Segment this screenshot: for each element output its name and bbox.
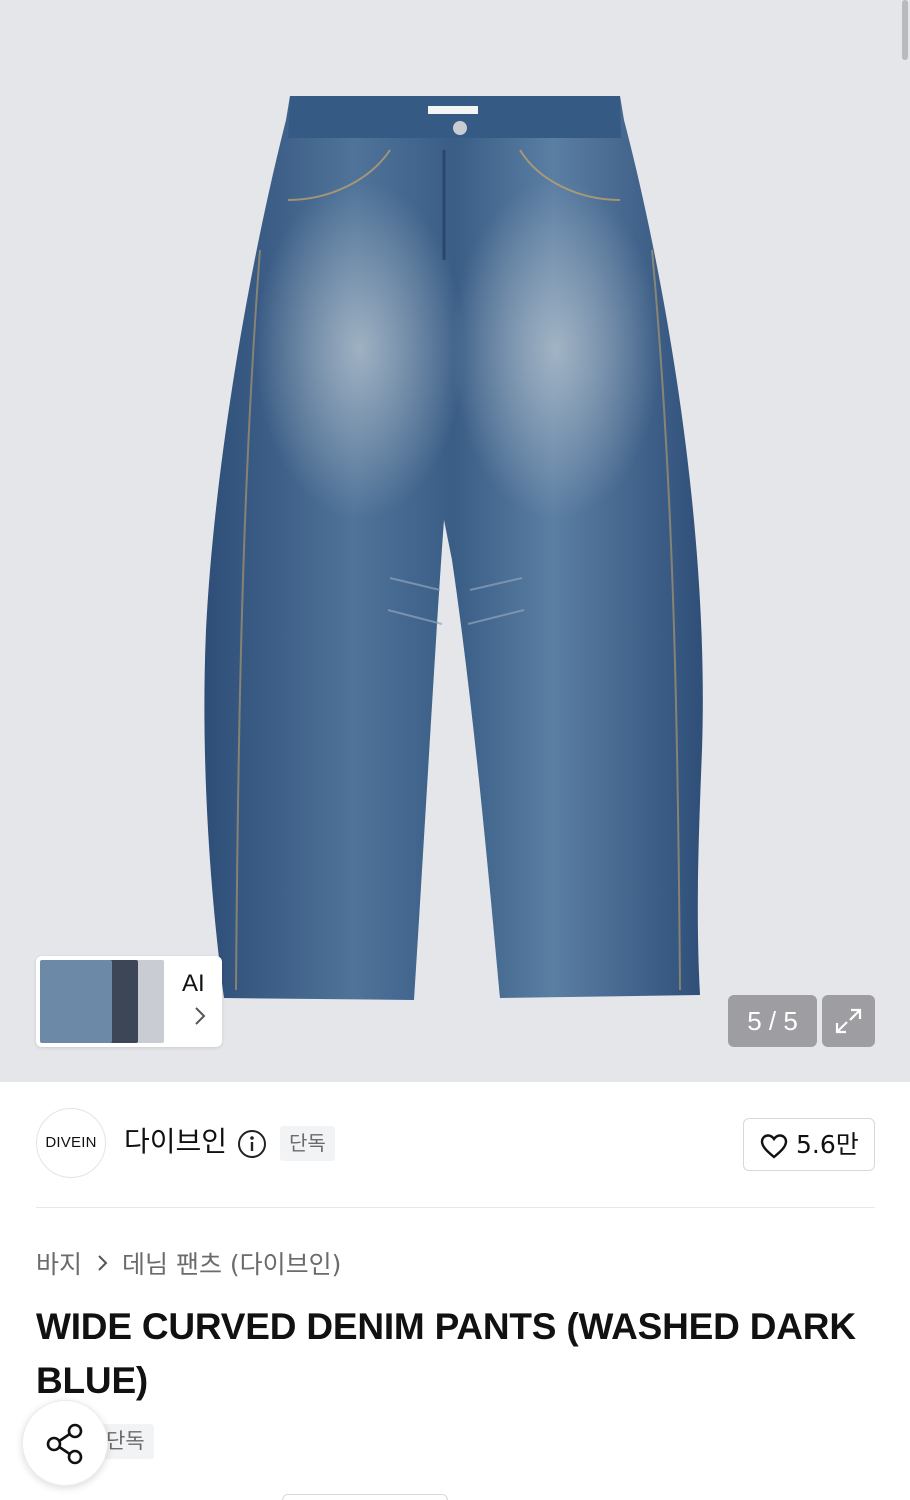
scrollbar[interactable] (902, 0, 908, 60)
ai-thumbnail (40, 960, 112, 1043)
ai-label: AI (182, 970, 205, 997)
heart-icon (760, 1134, 788, 1159)
ai-thumbnail (108, 960, 138, 1043)
brand-row: DIVEIN 다이브인 단독 5.6만 (0, 1082, 910, 1208)
ai-thumbnail (136, 960, 164, 1043)
like-count: 5.6만 (796, 1130, 859, 1159)
brand-logo[interactable]: DIVEIN (36, 1108, 106, 1178)
brand-name[interactable]: 다이브인 (124, 1124, 227, 1160)
info-icon[interactable] (236, 1128, 268, 1160)
image-counter: 5 / 5 (728, 995, 817, 1047)
option-selector-peek[interactable] (282, 1494, 448, 1500)
breadcrumb-item-category[interactable]: 바지 (36, 1245, 82, 1281)
breadcrumb: 바지 데님 팬츠 (다이브인) (36, 1245, 341, 1281)
exclusive-badge: 단독 (280, 1126, 335, 1161)
product-title: WIDE CURVED DENIM PANTS (WASHED DARK BLU… (36, 1306, 856, 1401)
chevron-right-icon (98, 1255, 108, 1271)
like-button[interactable]: 5.6만 (743, 1118, 875, 1171)
expand-icon (835, 1008, 862, 1034)
product-image-gallery[interactable]: AI 5 / 5 (0, 0, 910, 1082)
breadcrumb-item-subcategory[interactable]: 데님 팬츠 (다이브인) (122, 1245, 341, 1281)
divider (36, 1207, 875, 1208)
ai-recommendation-card[interactable]: AI (36, 956, 222, 1047)
expand-button[interactable] (822, 995, 875, 1047)
share-button[interactable] (22, 1400, 108, 1486)
share-icon (46, 1423, 83, 1465)
product-image[interactable] (190, 90, 730, 1010)
chevron-right-icon (195, 1007, 206, 1025)
